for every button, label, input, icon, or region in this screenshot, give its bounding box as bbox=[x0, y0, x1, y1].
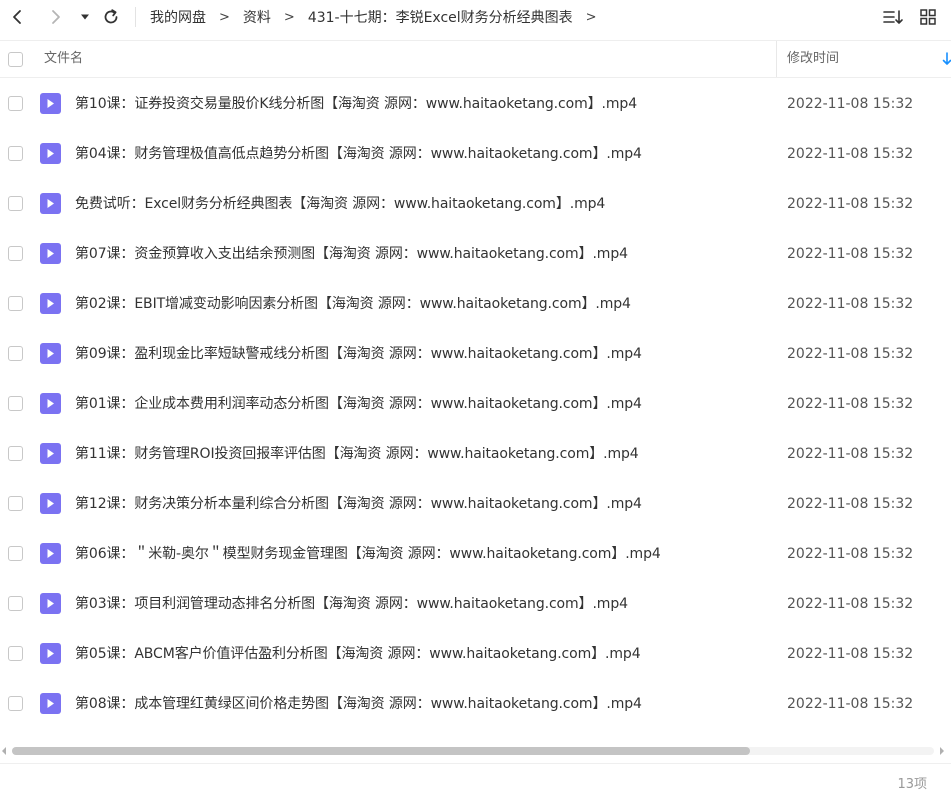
history-dropdown-button[interactable] bbox=[76, 4, 94, 30]
column-header-name[interactable]: 文件名 bbox=[44, 41, 83, 77]
video-file-icon bbox=[40, 93, 61, 114]
sort-list-icon bbox=[883, 10, 903, 24]
file-modified-time: 2022-11-08 15:32 bbox=[787, 146, 914, 162]
video-file-icon bbox=[40, 193, 61, 214]
row-checkbox[interactable] bbox=[8, 246, 23, 261]
video-file-icon bbox=[40, 343, 61, 364]
chevron-right-icon bbox=[52, 10, 60, 24]
back-button[interactable] bbox=[4, 4, 30, 30]
scroll-left-arrow-icon[interactable] bbox=[0, 746, 8, 756]
breadcrumb-item-materials[interactable]: 资料 bbox=[243, 7, 271, 27]
row-checkbox[interactable] bbox=[8, 596, 23, 611]
file-row[interactable]: 第03课：项目利润管理动态排名分析图【海淘资 源网：www.haitaoketa… bbox=[0, 579, 951, 629]
column-resize-handle[interactable] bbox=[776, 41, 777, 77]
file-row[interactable]: 第04课：财务管理极值高低点趋势分析图【海淘资 源网：www.haitaoket… bbox=[0, 129, 951, 179]
scroll-right-arrow-icon[interactable] bbox=[938, 746, 946, 756]
file-row[interactable]: 第10课：证券投资交易量股价K线分析图【海淘资 源网：www.haitaoket… bbox=[0, 79, 951, 129]
file-modified-time: 2022-11-08 15:32 bbox=[787, 596, 914, 612]
refresh-icon bbox=[104, 9, 118, 24]
file-name[interactable]: 第08课：成本管理红黄绿区间价格走势图【海淘资 源网：www.haitaoket… bbox=[75, 679, 642, 729]
footer-divider bbox=[0, 763, 951, 764]
file-modified-time: 2022-11-08 15:32 bbox=[787, 496, 914, 512]
file-row[interactable]: 第12课：财务决策分析本量利综合分析图【海淘资 源网：www.haitaoket… bbox=[0, 479, 951, 529]
video-file-icon bbox=[40, 243, 61, 264]
chevron-left-icon bbox=[13, 10, 21, 24]
video-file-icon bbox=[40, 693, 61, 714]
file-row[interactable]: 第11课：财务管理ROI投资回报率评估图【海淘资 源网：www.haitaoke… bbox=[0, 429, 951, 479]
file-modified-time: 2022-11-08 15:32 bbox=[787, 246, 914, 262]
row-checkbox[interactable] bbox=[8, 96, 23, 111]
breadcrumb-separator: > bbox=[283, 9, 295, 25]
file-name[interactable]: 第10课：证券投资交易量股价K线分析图【海淘资 源网：www.haitaoket… bbox=[75, 79, 637, 129]
file-name[interactable]: 第02课：EBIT增减变动影响因素分析图【海淘资 源网：www.haitaoke… bbox=[75, 279, 631, 329]
list-header: 文件名 修改时间 bbox=[0, 40, 951, 78]
file-modified-time: 2022-11-08 15:32 bbox=[787, 446, 914, 462]
video-file-icon bbox=[40, 393, 61, 414]
sort-button[interactable] bbox=[881, 5, 905, 29]
file-name[interactable]: 第01课：企业成本费用利润率动态分析图【海淘资 源网：www.haitaoket… bbox=[75, 379, 642, 429]
file-modified-time: 2022-11-08 15:32 bbox=[787, 696, 914, 712]
file-name[interactable]: 免费试听：Excel财务分析经典图表【海淘资 源网：www.haitaoketa… bbox=[75, 179, 605, 229]
grid-view-icon bbox=[920, 9, 936, 25]
toolbar-divider bbox=[135, 7, 136, 27]
file-name[interactable]: 第06课：＂米勒-奥尔＂模型财务现金管理图【海淘资 源网：www.haitaok… bbox=[75, 529, 661, 579]
row-checkbox[interactable] bbox=[8, 296, 23, 311]
video-file-icon bbox=[40, 493, 61, 514]
file-name[interactable]: 第07课：资金预算收入支出结余预测图【海淘资 源网：www.haitaoketa… bbox=[75, 229, 628, 279]
column-header-modified-time[interactable]: 修改时间 bbox=[787, 41, 839, 77]
file-row[interactable]: 第01课：企业成本费用利润率动态分析图【海淘资 源网：www.haitaoket… bbox=[0, 379, 951, 429]
breadcrumb-separator: > bbox=[219, 9, 230, 25]
breadcrumb-item-current-folder[interactable]: 431-十七期：李锐Excel财务分析经典图表 bbox=[308, 7, 573, 27]
video-file-icon bbox=[40, 543, 61, 564]
row-checkbox[interactable] bbox=[8, 196, 23, 211]
refresh-button[interactable] bbox=[98, 4, 124, 30]
file-modified-time: 2022-11-08 15:32 bbox=[787, 396, 914, 412]
breadcrumb-separator: > bbox=[585, 9, 597, 25]
file-row[interactable]: 第06课：＂米勒-奥尔＂模型财务现金管理图【海淘资 源网：www.haitaok… bbox=[0, 529, 951, 579]
item-count: 13项 bbox=[897, 777, 927, 792]
file-name[interactable]: 第04课：财务管理极值高低点趋势分析图【海淘资 源网：www.haitaoket… bbox=[75, 129, 642, 179]
row-checkbox[interactable] bbox=[8, 446, 23, 461]
forward-button[interactable] bbox=[43, 4, 69, 30]
video-file-icon bbox=[40, 293, 61, 314]
file-list: 第10课：证券投资交易量股价K线分析图【海淘资 源网：www.haitaoket… bbox=[0, 79, 951, 729]
file-modified-time: 2022-11-08 15:32 bbox=[787, 96, 914, 112]
file-modified-time: 2022-11-08 15:32 bbox=[787, 646, 914, 662]
file-modified-time: 2022-11-08 15:32 bbox=[787, 196, 914, 212]
breadcrumb: 我的网盘 > 资料 > 431-十七期：李锐Excel财务分析经典图表 > bbox=[150, 0, 610, 34]
file-row[interactable]: 第09课：盈利现金比率短缺警戒线分析图【海淘资 源网：www.haitaoket… bbox=[0, 329, 951, 379]
video-file-icon bbox=[40, 143, 61, 164]
file-row[interactable]: 免费试听：Excel财务分析经典图表【海淘资 源网：www.haitaoketa… bbox=[0, 179, 951, 229]
caret-down-icon bbox=[81, 14, 89, 20]
file-row[interactable]: 第02课：EBIT增减变动影响因素分析图【海淘资 源网：www.haitaoke… bbox=[0, 279, 951, 329]
file-modified-time: 2022-11-08 15:32 bbox=[787, 346, 914, 362]
select-all-checkbox[interactable] bbox=[8, 52, 23, 67]
row-checkbox[interactable] bbox=[8, 496, 23, 511]
file-row[interactable]: 第05课：ABCM客户价值评估盈利分析图【海淘资 源网：www.haitaoke… bbox=[0, 629, 951, 679]
horizontal-scrollbar[interactable] bbox=[0, 743, 951, 759]
file-name[interactable]: 第03课：项目利润管理动态排名分析图【海淘资 源网：www.haitaoketa… bbox=[75, 579, 628, 629]
row-checkbox[interactable] bbox=[8, 396, 23, 411]
file-name[interactable]: 第09课：盈利现金比率短缺警戒线分析图【海淘资 源网：www.haitaoket… bbox=[75, 329, 642, 379]
file-name[interactable]: 第11课：财务管理ROI投资回报率评估图【海淘资 源网：www.haitaoke… bbox=[75, 429, 639, 479]
row-checkbox[interactable] bbox=[8, 346, 23, 361]
row-checkbox[interactable] bbox=[8, 646, 23, 661]
scroll-thumb[interactable] bbox=[12, 747, 750, 755]
grid-view-button[interactable] bbox=[916, 5, 940, 29]
file-modified-time: 2022-11-08 15:32 bbox=[787, 546, 914, 562]
file-row[interactable]: 第07课：资金预算收入支出结余预测图【海淘资 源网：www.haitaoketa… bbox=[0, 229, 951, 279]
video-file-icon bbox=[40, 593, 61, 614]
row-checkbox[interactable] bbox=[8, 546, 23, 561]
video-file-icon bbox=[40, 643, 61, 664]
breadcrumb-item-root[interactable]: 我的网盘 bbox=[150, 7, 206, 27]
toolbar: 我的网盘 > 资料 > 431-十七期：李锐Excel财务分析经典图表 > bbox=[0, 0, 951, 34]
file-row[interactable]: 第08课：成本管理红黄绿区间价格走势图【海淘资 源网：www.haitaoket… bbox=[0, 679, 951, 729]
sort-descending-icon[interactable] bbox=[942, 50, 951, 68]
file-name[interactable]: 第05课：ABCM客户价值评估盈利分析图【海淘资 源网：www.haitaoke… bbox=[75, 629, 641, 679]
row-checkbox[interactable] bbox=[8, 696, 23, 711]
file-name[interactable]: 第12课：财务决策分析本量利综合分析图【海淘资 源网：www.haitaoket… bbox=[75, 479, 642, 529]
file-modified-time: 2022-11-08 15:32 bbox=[787, 296, 914, 312]
row-checkbox[interactable] bbox=[8, 146, 23, 161]
video-file-icon bbox=[40, 443, 61, 464]
